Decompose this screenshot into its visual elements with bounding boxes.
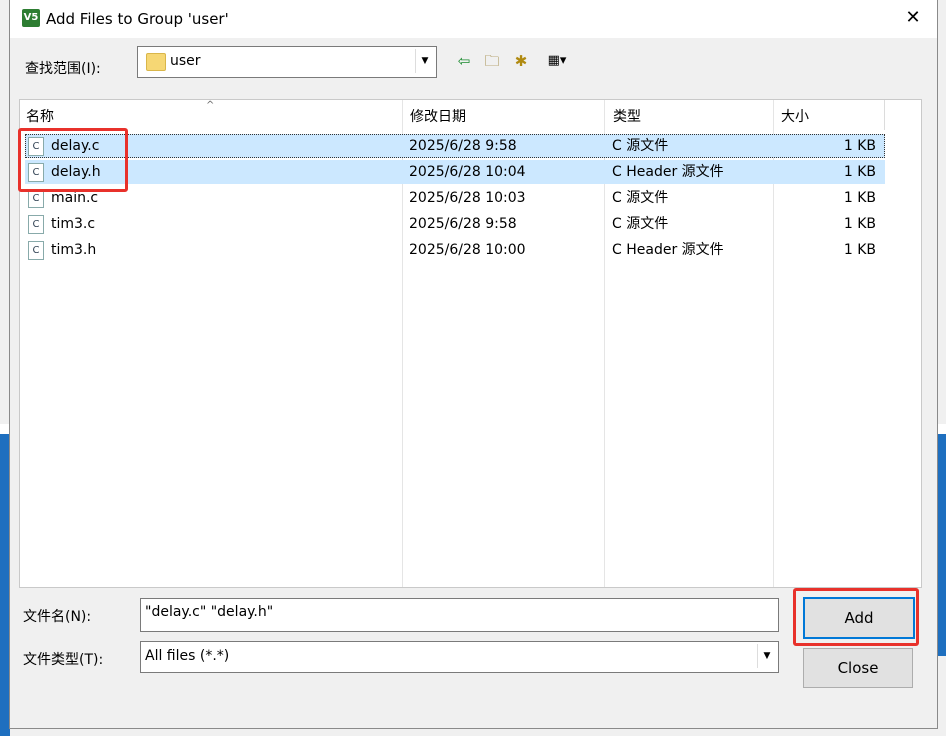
sort-ascending-icon: ^ (206, 100, 215, 111)
add-files-dialog: V5 Add Files to Group 'user' ✕ 查找范围(I): … (9, 0, 938, 729)
dropdown-arrow-icon[interactable]: ▼ (415, 49, 434, 73)
annotation-highlight-files (18, 128, 128, 192)
file-type: C Header 源文件 (612, 164, 724, 180)
column-header-modified[interactable]: 修改日期 (410, 100, 466, 130)
file-name-label: 文件名(N): (23, 609, 92, 625)
file-modified: 2025/6/28 10:03 (409, 190, 526, 206)
annotation-highlight-add (793, 588, 919, 646)
file-type: C 源文件 (612, 216, 669, 232)
file-list: ^ 名称 修改日期 类型 大小 C delay.c 2025/6/28 9:58… (19, 99, 922, 588)
file-name-value: "delay.c" "delay.h" (145, 604, 274, 620)
file-row[interactable]: C tim3.c 2025/6/28 9:58 C 源文件 1 KB (25, 212, 885, 236)
h-file-icon: C (28, 241, 44, 260)
file-size: 1 KB (843, 164, 876, 180)
dropdown-arrow-icon[interactable]: ▼ (757, 644, 776, 668)
file-modified: 2025/6/28 9:58 (409, 138, 517, 154)
file-name: tim3.c (51, 216, 96, 232)
look-in-dropdown[interactable]: user ▼ (137, 46, 437, 78)
view-menu-icon[interactable]: ▦▾ (539, 52, 575, 70)
folder-icon (146, 53, 166, 71)
close-button[interactable]: Close (803, 648, 913, 688)
keil-app-icon: V5 (22, 9, 40, 27)
file-row[interactable]: C main.c 2025/6/28 10:03 C 源文件 1 KB (25, 186, 885, 210)
column-divider (884, 100, 885, 130)
new-folder-icon[interactable]: ✱ (510, 52, 532, 70)
file-row[interactable]: C tim3.h 2025/6/28 10:00 C Header 源文件 1 … (25, 238, 885, 262)
close-window-icon[interactable]: ✕ (901, 6, 925, 30)
file-modified: 2025/6/28 10:04 (409, 164, 526, 180)
column-header-name[interactable]: 名称 (26, 100, 54, 130)
file-type: C Header 源文件 (612, 242, 724, 258)
file-row[interactable]: C delay.h 2025/6/28 10:04 C Header 源文件 1… (25, 160, 885, 184)
c-file-icon: C (28, 215, 44, 234)
up-folder-icon[interactable]: 🗀 (482, 52, 502, 70)
window-title: Add Files to Group 'user' (46, 10, 229, 28)
look-in-value: user (170, 53, 201, 69)
file-name: tim3.h (51, 242, 97, 258)
file-type-value: All files (*.*) (145, 648, 230, 664)
column-header-type[interactable]: 类型 (613, 100, 641, 130)
file-type: C 源文件 (612, 138, 669, 154)
file-type-label: 文件类型(T): (23, 652, 104, 668)
file-size: 1 KB (843, 242, 876, 258)
file-row[interactable]: C delay.c 2025/6/28 9:58 C 源文件 1 KB (25, 134, 885, 158)
file-size: 1 KB (843, 216, 876, 232)
file-type: C 源文件 (612, 190, 669, 206)
title-bar: V5 Add Files to Group 'user' ✕ (10, 0, 937, 38)
file-size: 1 KB (843, 190, 876, 206)
column-header-size[interactable]: 大小 (781, 100, 809, 130)
file-size: 1 KB (843, 138, 876, 154)
file-modified: 2025/6/28 9:58 (409, 216, 517, 232)
file-name-input[interactable]: "delay.c" "delay.h" (140, 598, 779, 632)
file-modified: 2025/6/28 10:00 (409, 242, 526, 258)
look-in-label: 查找范围(I): (25, 61, 101, 77)
back-arrow-icon[interactable]: ⇦ (455, 52, 473, 70)
file-type-dropdown[interactable]: All files (*.*) ▼ (140, 641, 779, 673)
